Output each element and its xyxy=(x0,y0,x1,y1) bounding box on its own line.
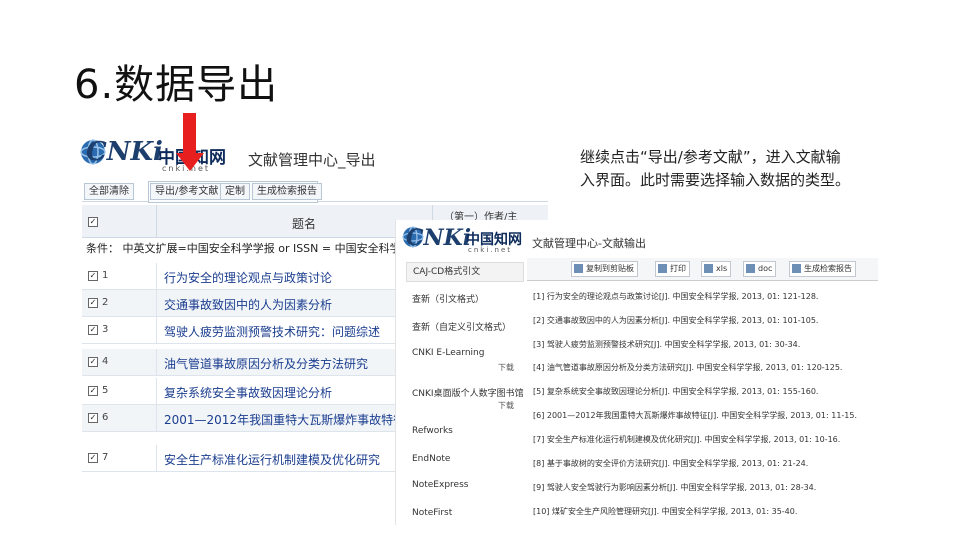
doc-icon xyxy=(746,264,755,273)
reference-item: [1] 行为安全的理论观点与政策讨论[J]. 中国安全科学学报, 2013, 0… xyxy=(533,292,819,301)
copy-clipboard-button[interactable]: 复制到剪贴板 xyxy=(571,261,638,277)
reference-item: [9] 驾驶人安全驾驶行为影响因素分析[J]. 中国安全科学学报, 2013, … xyxy=(533,483,817,492)
reference-item: [8] 基于事故树的安全评价方法研究[J]. 中国安全科学学报, 2013, 0… xyxy=(533,459,809,468)
red-arrow-icon xyxy=(183,113,196,155)
page-title: 文献管理中心_导出 xyxy=(248,151,376,169)
customize-button[interactable]: 定制 xyxy=(220,183,250,200)
row-checkbox[interactable]: ✓ xyxy=(88,298,98,308)
slide-description: 继续点击“导出/参考文献”，进入文献输入界面。此时需要选择输入数据的类型。 xyxy=(580,148,851,189)
cnki-logo[interactable]: CNKi xyxy=(86,137,163,167)
row-title-link[interactable]: 驾驶人疲劳监测预警技术研究：问题综述 xyxy=(164,323,380,340)
download-link[interactable]: 下载 xyxy=(498,362,514,373)
reference-item: [4] 油气管道事故原因分析及分类方法研究[J]. 中国安全科学学报, 2013… xyxy=(533,363,843,372)
clear-all-button[interactable]: 全部清除 xyxy=(84,183,134,200)
row-title-link[interactable]: 交通事故致因中的人为因素分析 xyxy=(164,296,332,313)
row-checkbox[interactable]: ✓ xyxy=(88,271,98,281)
row-checkbox[interactable]: ✓ xyxy=(88,325,98,335)
select-all-checkbox[interactable]: ✓ xyxy=(88,217,98,227)
row-checkbox[interactable]: ✓ xyxy=(88,386,98,396)
row-title-link[interactable]: 行为安全的理论观点与政策讨论 xyxy=(164,269,332,286)
row-checkbox[interactable]: ✓ xyxy=(88,453,98,463)
row-checkbox[interactable]: ✓ xyxy=(88,357,98,367)
format-endnote[interactable]: EndNote xyxy=(412,454,450,464)
search-report-button[interactable]: 生成检索报告 xyxy=(252,183,322,200)
row-title-link[interactable]: 油气管道事故原因分析及分类方法研究 xyxy=(164,355,368,372)
print-button[interactable]: 打印 xyxy=(655,261,690,277)
reference-item: [6] 2001—2012年我国重特大瓦斯爆炸事故特征[J]. 中国安全科学学报… xyxy=(533,411,858,420)
reference-item: [5] 复杂系统安全事故致因理论分析[J]. 中国安全科学学报, 2013, 0… xyxy=(533,387,819,396)
row-number: 7 xyxy=(102,452,109,463)
printer-icon xyxy=(658,264,667,273)
cnki-logo-sub: cnki.net xyxy=(468,246,512,254)
reference-item: [10] 煤矿安全生产风险管理研究[J]. 中国安全科学学报, 2013, 01… xyxy=(533,507,798,516)
reference-item: [7] 安全生产标准化运行机制建模及优化研究[J]. 中国安全科学学报, 201… xyxy=(533,435,841,444)
row-title-link[interactable]: 安全生产标准化运行机制建模及优化研究 xyxy=(164,451,380,468)
row-number: 4 xyxy=(102,356,109,367)
row-title-link[interactable]: 复杂系统安全事故致因理论分析 xyxy=(164,384,332,401)
cnki-header: CNKi 中国知网 cnki.net 文献管理中心_导出 xyxy=(78,131,550,179)
format-sidebar: CAJ-CD格式引文 查新（引文格式） 查新（自定义引文格式） CNKI E-L… xyxy=(406,258,527,525)
export-references-button[interactable]: 导出/参考文献 xyxy=(150,183,224,200)
output-panel: 复制到剪贴板 打印 xls doc 生成检索报告 [1] 行为安全的理论观点与政… xyxy=(527,258,878,525)
page-title: 文献管理中心-文献输出 xyxy=(532,237,646,250)
title-column-header[interactable]: 题名 xyxy=(292,215,316,232)
xls-icon xyxy=(704,264,713,273)
slide-title: 6.数据导出 xyxy=(74,62,279,108)
format-e-learning[interactable]: CNKI E-Learning xyxy=(412,348,484,358)
report-icon xyxy=(792,264,801,273)
literature-output-screenshot: CNKi 中国知网 cnki.net 文献管理中心-文献输出 CAJ-CD格式引… xyxy=(395,220,878,525)
row-number: 5 xyxy=(102,385,109,396)
export-doc-button[interactable]: doc xyxy=(743,261,777,277)
export-xls-button[interactable]: xls xyxy=(701,261,732,277)
row-number: 3 xyxy=(102,324,109,335)
row-number: 2 xyxy=(102,297,109,308)
clipboard-icon xyxy=(574,264,583,273)
download-link[interactable]: 下载 xyxy=(498,400,514,411)
red-arrow-head-icon xyxy=(176,153,204,171)
format-novelty-custom[interactable]: 查新（自定义引文格式） xyxy=(412,320,511,333)
format-notefirst[interactable]: NoteFirst xyxy=(412,508,452,518)
search-report-button[interactable]: 生成检索报告 xyxy=(789,261,856,277)
cnki-logo[interactable]: CNKi xyxy=(406,225,471,251)
row-number: 1 xyxy=(102,270,109,281)
format-refworks[interactable]: Refworks xyxy=(412,426,453,436)
reference-item: [3] 驾驶人疲劳监测预警技术研究[J]. 中国安全科学学报, 2013, 01… xyxy=(533,340,801,349)
format-caj-cd[interactable]: CAJ-CD格式引文 xyxy=(406,262,524,282)
row-number: 6 xyxy=(102,412,109,423)
toolbar: 全部清除 导出/参考文献 定制 生成检索报告 xyxy=(82,181,548,203)
output-toolbar: 复制到剪贴板 打印 xls doc 生成检索报告 xyxy=(527,258,878,281)
format-personal-library[interactable]: CNKI桌面版个人数字图书馆 xyxy=(412,386,524,399)
reference-item: [2] 交通事故致因中的人为因素分析[J]. 中国安全科学学报, 2013, 0… xyxy=(533,316,819,325)
row-checkbox[interactable]: ✓ xyxy=(88,413,98,423)
format-novelty-search[interactable]: 查新（引文格式） xyxy=(412,292,484,305)
format-noteexpress[interactable]: NoteExpress xyxy=(412,480,468,490)
cnki-header-2: CNKi 中国知网 cnki.net 文献管理中心-文献输出 xyxy=(396,220,878,258)
